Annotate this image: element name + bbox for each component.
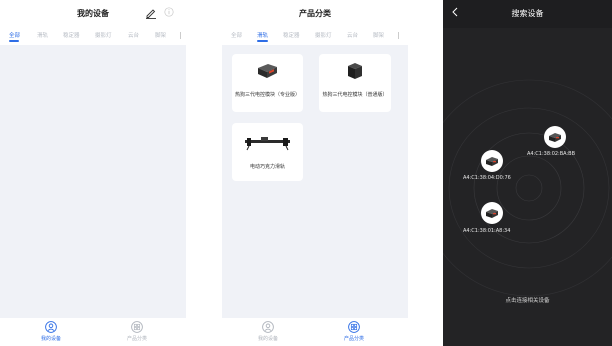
nav-label: 产品分类: [126, 336, 147, 342]
tab-all[interactable]: 全部: [231, 31, 242, 39]
controller-module-image: [348, 63, 362, 79]
tabs-divider: [398, 32, 399, 39]
bottom-nav: 我的设备 产品分类: [0, 318, 186, 346]
edit-icon[interactable]: [145, 7, 157, 19]
device-mac-label[interactable]: A4:C1:38:01:A8:34: [463, 228, 510, 234]
tab-all[interactable]: 全部: [9, 31, 20, 39]
tab-tripod[interactable]: 脚架: [155, 31, 166, 39]
nav-my-devices[interactable]: 我的设备: [248, 321, 288, 342]
bottom-nav: 我的设备 产品分类: [222, 318, 408, 346]
product-card[interactable]: 热狗三代电控模块（专业版）: [232, 54, 303, 112]
grid-icon: [131, 321, 143, 333]
device-mac-label[interactable]: A4:C1:38:04:D0:76: [463, 175, 511, 181]
tab-light[interactable]: 摄影灯: [95, 31, 112, 39]
tab-tripod[interactable]: 脚架: [373, 31, 384, 39]
category-tabs: 全部 滑轨 稳定器 摄影灯 云台 脚架: [0, 28, 186, 44]
tab-slider[interactable]: 滑轨: [37, 31, 48, 39]
tab-gimbal[interactable]: 云台: [347, 31, 358, 39]
motorized-slider-image: [245, 137, 290, 151]
device-marker-icon[interactable]: [543, 125, 567, 149]
user-icon: [262, 321, 274, 333]
device-mac-label[interactable]: A4:C1:38:02:BA:BB: [527, 151, 575, 157]
active-tab-indicator: [257, 40, 268, 42]
tab-gimbal[interactable]: 云台: [128, 31, 139, 39]
nav-label: 我的设备: [40, 336, 61, 342]
tabs-divider: [180, 32, 181, 39]
product-category-screen: 产品分类 全部 滑轨 稳定器 摄影灯 云台 脚架 热狗三代电控模块（专业版） 热…: [222, 0, 408, 346]
info-icon[interactable]: [164, 7, 174, 17]
nav-label: 我的设备: [257, 336, 278, 342]
device-marker-icon[interactable]: [480, 201, 504, 225]
nav-label: 产品分类: [343, 336, 364, 342]
page-title: 产品分类: [299, 9, 331, 18]
product-grid: 热狗三代电控模块（专业版） 热狗三代电控模块（普通版） 电动巧克力滑轨: [222, 45, 408, 318]
product-name: 热狗三代电控模块（普通版）: [322, 92, 388, 98]
title-bar: 我的设备: [0, 0, 186, 26]
my-devices-screen: 我的设备 全部 滑轨 稳定器 摄影灯 云台 脚架 我的设备 产品分类: [0, 0, 186, 346]
product-name: 电动巧克力滑轨: [249, 164, 285, 170]
user-icon: [45, 321, 57, 333]
device-marker-icon[interactable]: [480, 149, 504, 173]
tab-light[interactable]: 摄影灯: [315, 31, 332, 39]
nav-product-category[interactable]: 产品分类: [117, 321, 157, 342]
category-tabs: 全部 滑轨 稳定器 摄影灯 云台 脚架: [222, 28, 408, 44]
nav-product-category[interactable]: 产品分类: [334, 321, 374, 342]
title-bar: 搜索设备: [443, 0, 612, 26]
connect-hint: 点击连接相关设备: [505, 298, 550, 304]
title-bar: 产品分类: [222, 0, 408, 26]
page-title: 搜索设备: [511, 9, 544, 18]
nav-my-devices[interactable]: 我的设备: [31, 321, 71, 342]
tab-slider[interactable]: 滑轨: [257, 31, 268, 39]
tab-stabilizer[interactable]: 稳定器: [283, 31, 300, 39]
controller-module-image: [258, 64, 277, 78]
page-title: 我的设备: [77, 9, 109, 18]
product-card[interactable]: 热狗三代电控模块（普通版）: [319, 54, 391, 112]
active-tab-indicator: [9, 40, 19, 42]
page: 我的设备 全部 滑轨 稳定器 摄影灯 云台 脚架 我的设备 产品分类 产品分类 …: [0, 0, 612, 346]
device-list-area: [0, 45, 186, 318]
tab-stabilizer[interactable]: 稳定器: [63, 31, 80, 39]
grid-icon: [348, 321, 360, 333]
product-name: 热狗三代电控模块（专业版）: [234, 92, 300, 98]
product-card[interactable]: 电动巧克力滑轨: [232, 123, 303, 181]
search-devices-screen: 搜索设备 A4:C1:38:02:BA:BB A4:C1:38:04:D0:76…: [443, 0, 612, 346]
